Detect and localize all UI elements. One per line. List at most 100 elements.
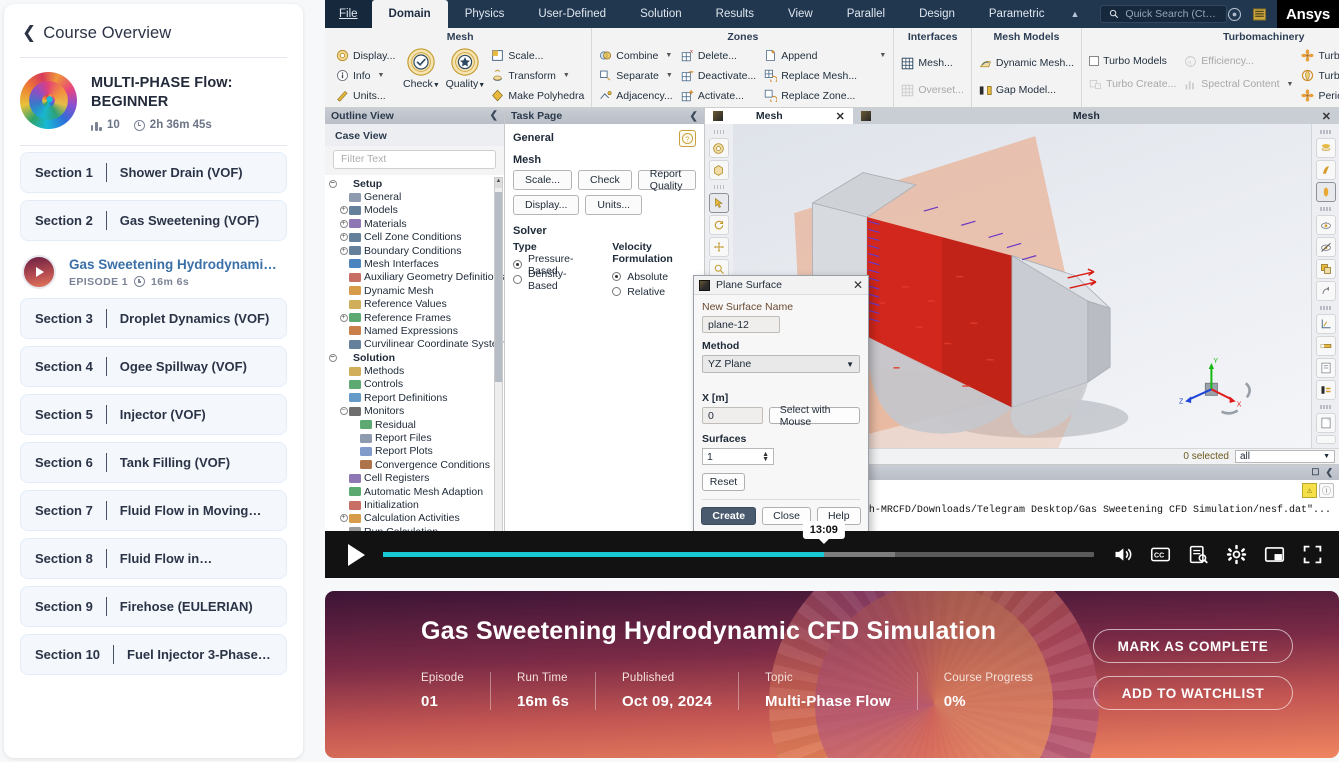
tree-node-reference-frames[interactable]: + Reference Frames bbox=[327, 311, 504, 324]
ribbon-zones-separate[interactable]: Separate ▼ bbox=[596, 66, 676, 85]
ribbon-interfaces-mesh[interactable]: Mesh... bbox=[898, 50, 967, 76]
ribbon-zones-adjacency[interactable]: Adjacency... bbox=[596, 86, 676, 105]
expand-toggle-icon[interactable]: + bbox=[338, 514, 349, 523]
sidebar-item-section-1[interactable]: Section 1 Shower Drain (VOF) bbox=[20, 152, 287, 194]
surfaces-stepper[interactable]: 1 ▲ ▼ bbox=[702, 448, 774, 465]
radio-relative[interactable]: Relative bbox=[612, 284, 696, 299]
ribbon-spectral-content[interactable]: Spectral Content ▼ bbox=[1181, 73, 1296, 95]
ribbon-mesh-info[interactable]: Info ▼ bbox=[333, 66, 398, 85]
ribbon-gap-model[interactable]: Gap Model... bbox=[976, 77, 1077, 103]
expand-toggle-icon[interactable]: + bbox=[338, 313, 349, 322]
ribbon-efficiency[interactable]: η Efficiency... bbox=[1181, 50, 1296, 72]
transcript-icon[interactable] bbox=[1188, 544, 1209, 565]
graphics-tab-mesh-2[interactable]: Mesh ✕ bbox=[853, 108, 1339, 124]
toolbar-grip[interactable] bbox=[1319, 305, 1332, 310]
info-icon[interactable]: ⓘ bbox=[1319, 483, 1334, 498]
units-button[interactable]: Units... bbox=[585, 195, 643, 215]
ribbon-interfaces-overset[interactable]: Overset... bbox=[898, 77, 967, 103]
sidebar-item-section-4[interactable]: Section 4 Ogee Spillway (VOF) bbox=[20, 346, 287, 388]
expand-toggle-icon[interactable]: + bbox=[338, 233, 349, 242]
tab-design[interactable]: Design bbox=[902, 0, 972, 28]
toolbar-scroll-handle[interactable] bbox=[1315, 435, 1336, 444]
ribbon-mesh-scale[interactable]: Scale... bbox=[488, 46, 587, 65]
tree-node-reference-values[interactable]: Reference Values bbox=[327, 297, 504, 310]
select-with-mouse-button[interactable]: Select with Mouse bbox=[768, 404, 860, 428]
ribbon-zones-append[interactable]: Append ▼ bbox=[761, 46, 889, 65]
back-to-course-overview[interactable]: ❮ Course Overview bbox=[4, 4, 303, 57]
vectors-icon[interactable] bbox=[1315, 160, 1336, 180]
tab-solution[interactable]: Solution bbox=[623, 0, 699, 28]
tab-parallel[interactable]: Parallel bbox=[830, 0, 902, 28]
help-icon[interactable] bbox=[1227, 7, 1242, 22]
pathlines-icon[interactable] bbox=[1315, 182, 1336, 202]
panel-layout-icon[interactable] bbox=[1252, 7, 1267, 22]
help-icon[interactable]: ? bbox=[678, 130, 696, 147]
new-window-icon[interactable] bbox=[1315, 413, 1336, 433]
ribbon-zones-replace-zone[interactable]: Replace Zone... bbox=[761, 86, 889, 105]
tree-node-setup[interactable]: − Setup bbox=[327, 177, 504, 190]
ribbon-zones-deactivate[interactable]: Deactivate... bbox=[678, 66, 759, 85]
method-select[interactable]: YZ Plane ▼ bbox=[702, 355, 860, 373]
sidebar-item-section-7[interactable]: Section 7 Fluid Flow in Moving… bbox=[20, 490, 287, 532]
ribbon-periodic-instancing[interactable]: Periodic Instancing... bbox=[1298, 86, 1339, 105]
tree-node-convergence-conditions[interactable]: Convergence Conditions bbox=[327, 458, 504, 471]
tree-node-named-expressions[interactable]: Named Expressions bbox=[327, 324, 504, 337]
ribbon-mesh-check[interactable]: Check▼ bbox=[400, 46, 442, 90]
tree-node-cell-zone-conditions[interactable]: + Cell Zone Conditions bbox=[327, 231, 504, 244]
checkbox-icon[interactable] bbox=[1089, 56, 1100, 66]
collapse-toggle-icon[interactable]: − bbox=[327, 353, 338, 362]
ribbon-zones-activate[interactable]: Activate... bbox=[678, 86, 759, 105]
display-button[interactable]: Display... bbox=[513, 195, 580, 215]
settings-gear-icon[interactable] bbox=[1226, 544, 1247, 565]
stepper-arrows-icon[interactable]: ▲ ▼ bbox=[762, 451, 769, 463]
captions-icon[interactable]: CC bbox=[1150, 544, 1171, 565]
colormap-icon[interactable] bbox=[708, 138, 729, 158]
toolbar-grip[interactable] bbox=[1319, 129, 1332, 134]
close-icon[interactable]: ✕ bbox=[836, 110, 845, 123]
mark-as-complete-button[interactable]: MARK AS COMPLETE bbox=[1093, 629, 1293, 663]
ribbon-turbo-workflow[interactable]: Turbo Workflow ▼ bbox=[1298, 46, 1339, 65]
toolbar-grip[interactable] bbox=[712, 184, 725, 189]
tree-node-curvilinear-coordinate-system[interactable]: Curvilinear Coordinate System bbox=[327, 338, 504, 351]
add-to-watchlist-button[interactable]: ADD TO WATCHLIST bbox=[1093, 676, 1293, 710]
sidebar-item-section-6[interactable]: Section 6 Tank Filling (VOF) bbox=[20, 442, 287, 484]
contours-icon[interactable] bbox=[1315, 138, 1336, 158]
expand-toggle-icon[interactable]: + bbox=[338, 219, 349, 228]
play-button[interactable] bbox=[333, 543, 379, 566]
warning-icon[interactable]: ⚠ bbox=[1302, 483, 1317, 498]
collapse-icon[interactable]: ❮ bbox=[490, 110, 498, 121]
chevron-down-icon[interactable]: ▼ bbox=[879, 52, 886, 59]
selection-filter-select[interactable]: all ▼ bbox=[1235, 450, 1335, 463]
ribbon-zones-replace-mesh[interactable]: Replace Mesh... bbox=[761, 66, 889, 85]
check-button[interactable]: Check bbox=[578, 170, 632, 190]
tree-node-auxiliary-geometry-definitions[interactable]: Auxiliary Geometry Definitions bbox=[327, 271, 504, 284]
expand-toggle-icon[interactable]: + bbox=[338, 206, 349, 215]
colorbar-icon[interactable] bbox=[1315, 336, 1336, 356]
tree-node-residual[interactable]: Residual bbox=[327, 418, 504, 431]
tab-user-defined[interactable]: User-Defined bbox=[521, 0, 623, 28]
sidebar-item-section-3[interactable]: Section 3 Droplet Dynamics (VOF) bbox=[20, 298, 287, 340]
search-input[interactable]: Quick Search (Ct… bbox=[1100, 5, 1227, 23]
volume-icon[interactable] bbox=[1112, 544, 1133, 565]
tree-node-materials[interactable]: + Materials bbox=[327, 217, 504, 230]
tree-node-report-plots[interactable]: Report Plots bbox=[327, 445, 504, 458]
create-button[interactable]: Create bbox=[701, 507, 757, 525]
ribbon-dynamic-mesh[interactable]: Dynamic Mesh... bbox=[976, 50, 1077, 76]
ribbon-turbo-topology[interactable]: Turbo Topology... bbox=[1298, 66, 1339, 85]
visibility-hide-icon[interactable] bbox=[1315, 237, 1336, 257]
toolbar-grip[interactable] bbox=[1319, 206, 1332, 211]
graphics-tab-mesh-1[interactable]: Mesh ✕ bbox=[704, 108, 853, 124]
chevron-down-icon[interactable]: ▼ bbox=[378, 72, 385, 79]
tab-view[interactable]: View bbox=[771, 0, 830, 28]
axes-icon[interactable] bbox=[1315, 314, 1336, 334]
new-surface-name-input[interactable]: plane-12 bbox=[702, 316, 780, 333]
toolbar-grip[interactable] bbox=[712, 129, 725, 134]
sidebar-item-section-9[interactable]: Section 9 Firehose (EULERIAN) bbox=[20, 586, 287, 628]
ribbon-zones-delete[interactable]: x Delete... bbox=[678, 46, 759, 65]
tree-node-mesh-interfaces[interactable]: Mesh Interfaces bbox=[327, 257, 504, 270]
scroll-up-arrow[interactable]: ▲ bbox=[495, 177, 502, 188]
list-item-current-episode[interactable]: Gas Sweetening Hydrodynami… EPISODE 1 16… bbox=[20, 248, 287, 298]
tab-results[interactable]: Results bbox=[699, 0, 771, 28]
radio-absolute[interactable]: Absolute bbox=[612, 269, 696, 284]
tab-physics[interactable]: Physics bbox=[448, 0, 522, 28]
